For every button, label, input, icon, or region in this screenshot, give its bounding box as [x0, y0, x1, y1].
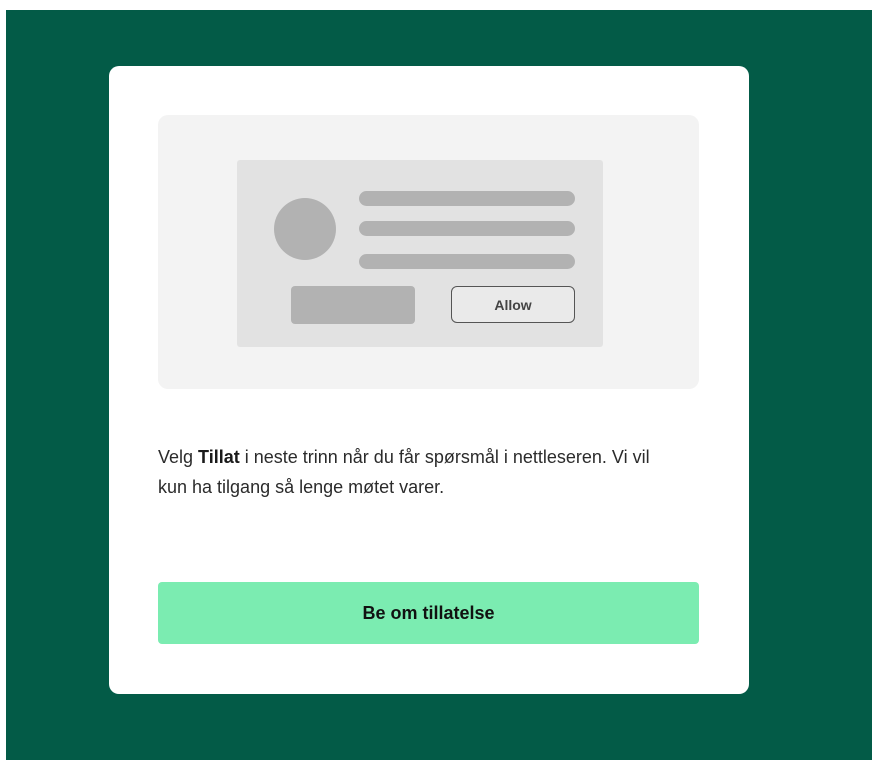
mock-text-line — [359, 221, 575, 236]
mock-text-line — [359, 254, 575, 269]
permission-instructions: Velg Tillat i neste trinn når du får spø… — [158, 442, 678, 502]
mock-deny-button — [291, 286, 415, 324]
mock-allow-button: Allow — [451, 286, 575, 323]
page-background: Allow Velg Tillat i neste trinn når du f… — [6, 10, 872, 760]
request-permission-button[interactable]: Be om tillatelse — [158, 582, 699, 644]
permission-illustration: Allow — [158, 115, 699, 389]
mock-text-line — [359, 191, 575, 206]
mock-avatar-placeholder — [274, 198, 336, 260]
mock-browser-dialog: Allow — [237, 160, 603, 347]
permission-card: Allow Velg Tillat i neste trinn når du f… — [109, 66, 749, 694]
instruction-bold-allow: Tillat — [198, 447, 240, 467]
instruction-text-start: Velg — [158, 447, 199, 467]
